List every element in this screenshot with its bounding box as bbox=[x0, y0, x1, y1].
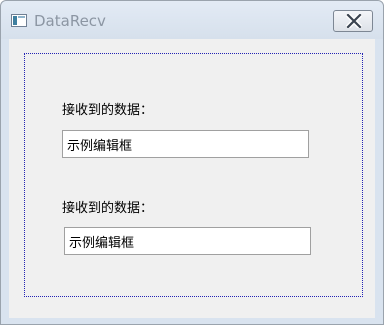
datarecv-window: DataRecv 接收到的数据： 接收到的数据： bbox=[0, 0, 384, 325]
title-bar[interactable]: DataRecv bbox=[1, 1, 383, 39]
dialog-client-area: 接收到的数据： 接收到的数据： bbox=[9, 39, 375, 318]
close-button[interactable] bbox=[333, 10, 373, 32]
received-data-field-1[interactable] bbox=[62, 130, 309, 158]
close-icon bbox=[346, 14, 362, 28]
received-data-label-2: 接收到的数据： bbox=[62, 201, 154, 216]
window-title: DataRecv bbox=[34, 12, 106, 30]
window-icon[interactable] bbox=[11, 14, 27, 27]
received-data-field-2[interactable] bbox=[64, 227, 311, 255]
group-frame: 接收到的数据： 接收到的数据： bbox=[24, 53, 363, 297]
received-data-label-1: 接收到的数据： bbox=[62, 103, 154, 118]
